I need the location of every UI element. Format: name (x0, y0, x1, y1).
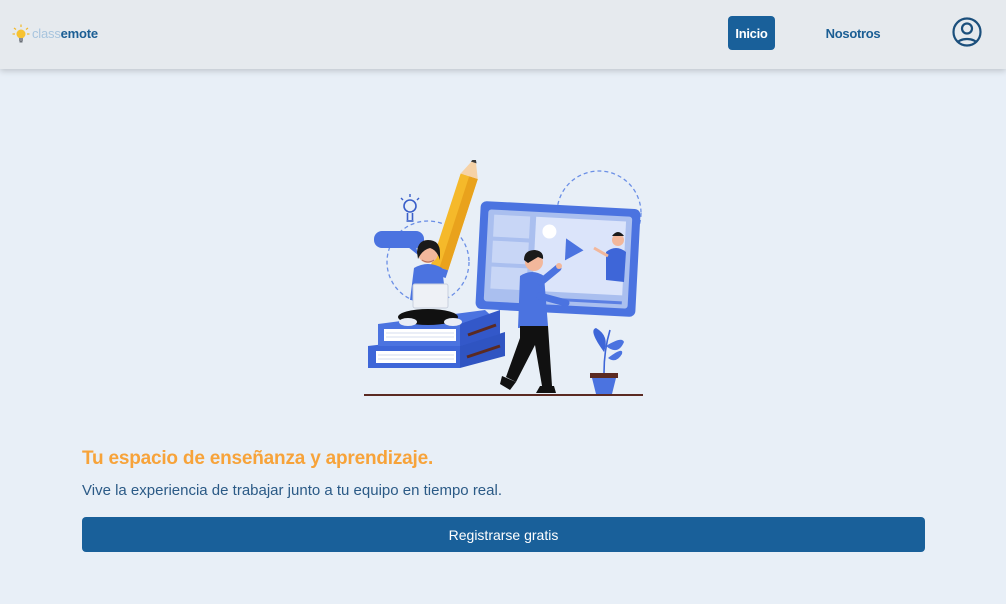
hero-headline: Tu espacio de enseñanza y aprendizaje. (82, 448, 434, 469)
nav-inicio-button[interactable]: Inicio (728, 16, 775, 50)
hero-subline: Vive la experiencia de trabajar junto a … (82, 482, 502, 499)
brand-name-bold: emote (60, 26, 98, 41)
top-navbar: classemote Inicio Nosotros (0, 0, 1006, 69)
idea-bulb-icon (400, 194, 420, 222)
register-free-button[interactable]: Registrarse gratis (82, 517, 925, 552)
online-learning-illustration (364, 160, 643, 396)
plant-pot (590, 328, 624, 394)
user-circle-icon[interactable] (951, 16, 983, 48)
brand-logo[interactable]: classemote (12, 24, 98, 44)
brand-name-light: class (32, 26, 61, 41)
nav-nosotros-link[interactable]: Nosotros (812, 16, 894, 50)
brand-name: classemote (32, 24, 98, 44)
lightbulb-icon (12, 24, 30, 43)
